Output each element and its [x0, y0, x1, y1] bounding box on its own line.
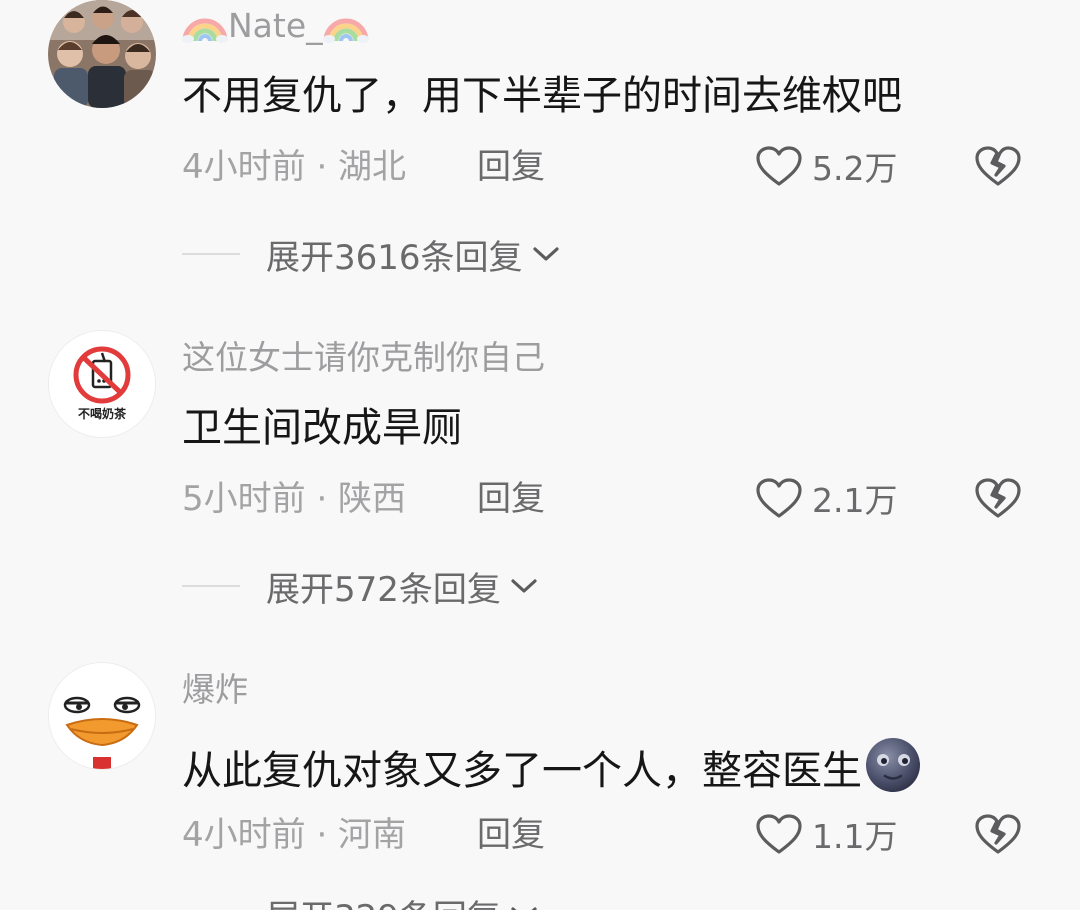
chevron-down-icon [532, 247, 559, 261]
dislike-button[interactable] [974, 144, 1022, 188]
expand-replies[interactable]: 展开572条回复 [182, 566, 539, 610]
avatar-caption: 不喝奶茶 [77, 407, 126, 421]
dislike-button[interactable] [974, 812, 1022, 856]
like-count: 1.1万 [812, 817, 898, 856]
chevron-down-icon [511, 579, 537, 593]
avatar[interactable] [48, 662, 156, 770]
like-button[interactable]: 1.1万 [754, 812, 897, 856]
comment-text: 卫生间改成旱厕 [182, 405, 462, 451]
comment-meta: 4小时前 · 湖北 [182, 147, 407, 187]
chevron-down-icon [511, 907, 537, 910]
divider-line [182, 253, 240, 255]
expand-replies-label: 展开572条回复 [266, 569, 501, 610]
new-moon-face-emoji-icon [864, 736, 922, 805]
heart-outline-icon [756, 146, 802, 186]
heart-outline-icon [756, 478, 802, 518]
expand-replies-label: 展开329条回复 [266, 890, 501, 910]
username[interactable]: 爆炸 [182, 670, 248, 710]
comment-item: Nate_ 不用复仇了，用下半辈子的时间去维权吧 4小时前 · 湖北 回复 5.… [0, 0, 1080, 300]
broken-heart-icon [975, 478, 1021, 518]
rainbow-emoji-icon [182, 7, 228, 52]
comment-item: 爆炸 从此复仇对象又多了一个人，整容医生 4小时前 · 河南 回复 1.1万 [0, 662, 1080, 910]
comment-text: 不用复仇了，用下半辈子的时间去维权吧 [182, 73, 902, 119]
comment-list: Nate_ 不用复仇了，用下半辈子的时间去维权吧 4小时前 · 湖北 回复 5.… [0, 0, 1080, 910]
comment-text: 从此复仇对象又多了一个人，整容医生 [182, 736, 922, 805]
rainbow-emoji-icon [322, 7, 369, 52]
like-button[interactable]: 2.1万 [754, 476, 897, 520]
expand-replies[interactable]: 展开3616条回复 [182, 234, 561, 278]
username[interactable]: 这位女士请你克制你自己 [182, 338, 545, 378]
reply-button[interactable]: 回复 [477, 815, 545, 855]
like-count: 2.1万 [812, 481, 898, 520]
like-count: 5.2万 [812, 149, 898, 188]
broken-heart-icon [975, 146, 1021, 186]
reply-button[interactable]: 回复 [477, 479, 545, 519]
reply-button[interactable]: 回复 [477, 147, 545, 187]
comment-meta: 4小时前 · 河南 [182, 815, 407, 855]
username-text: Nate_ [228, 6, 323, 45]
heart-outline-icon [756, 814, 802, 854]
like-button[interactable]: 5.2万 [754, 144, 897, 188]
avatar[interactable]: 不喝奶茶 [48, 330, 156, 438]
avatar[interactable] [48, 0, 156, 108]
comment-item: 不喝奶茶 这位女士请你克制你自己 卫生间改成旱厕 5小时前 · 陕西 回复 2.… [0, 330, 1080, 630]
dislike-button[interactable] [974, 476, 1022, 520]
divider-line [182, 585, 240, 587]
comment-text-body: 从此复仇对象又多了一个人，整容医生 [182, 748, 862, 794]
comment-meta: 5小时前 · 陕西 [182, 479, 407, 519]
expand-replies-label: 展开3616条回复 [266, 237, 523, 278]
broken-heart-icon [975, 814, 1021, 854]
expand-replies[interactable]: 展开329条回复 [182, 894, 539, 910]
username[interactable]: Nate_ [182, 6, 369, 52]
